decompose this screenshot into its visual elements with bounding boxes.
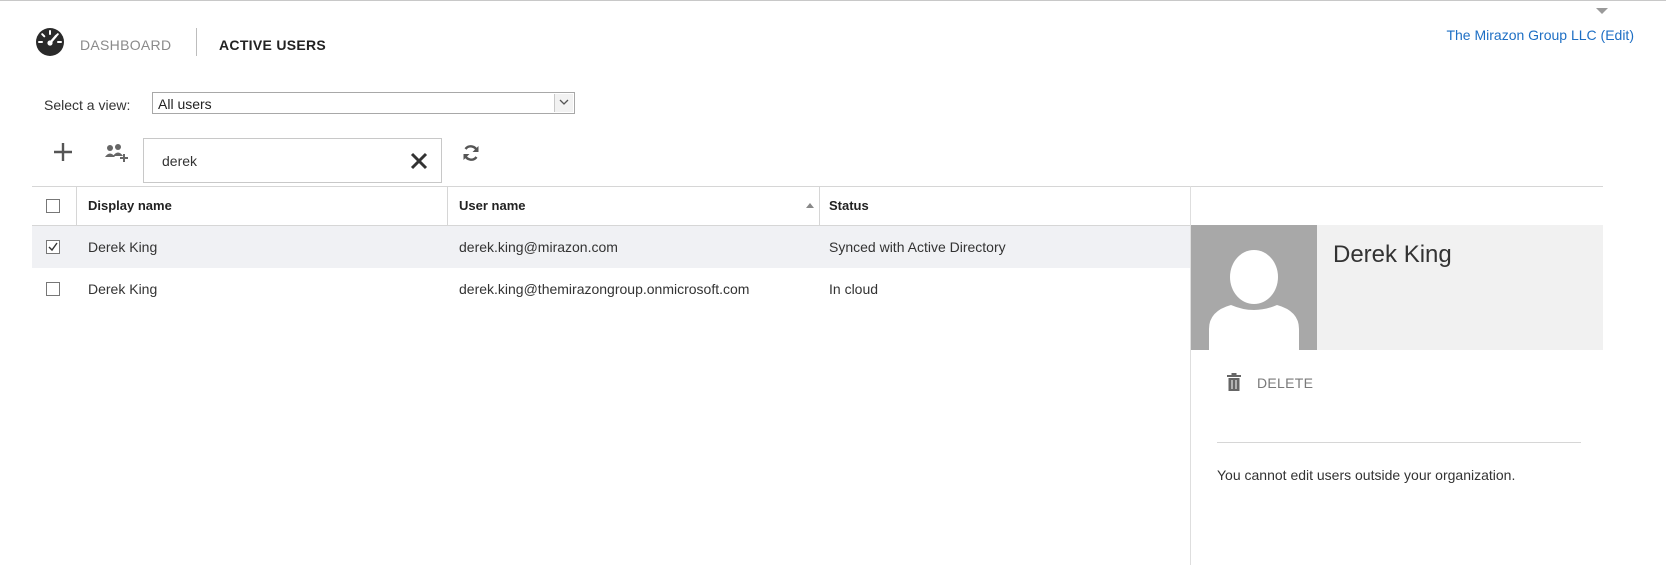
top-border: [0, 0, 1666, 1]
close-icon[interactable]: [409, 151, 429, 171]
table-row[interactable]: Derek King derek.king@themirazongroup.on…: [32, 268, 1190, 310]
cell-display-name: Derek King: [88, 239, 158, 255]
column-header-status[interactable]: Status: [829, 187, 869, 225]
plus-icon: [54, 143, 72, 161]
cell-display-name: Derek King: [88, 281, 158, 297]
column-header-display-name[interactable]: Display name: [88, 187, 172, 225]
delete-label: DELETE: [1257, 375, 1314, 391]
checkmark-icon: [48, 242, 58, 252]
nav-active-users[interactable]: ACTIVE USERS: [219, 37, 326, 53]
cell-status: In cloud: [829, 281, 879, 297]
refresh-icon: [463, 145, 479, 161]
column-header-user-name[interactable]: User name: [459, 187, 525, 225]
search-input[interactable]: [162, 151, 382, 171]
add-user-button[interactable]: [52, 141, 74, 163]
view-label: Select a view:: [44, 97, 131, 113]
person-silhouette-icon: [1209, 250, 1299, 350]
cell-user-name: derek.king@themirazongroup.onmicrosoft.c…: [459, 281, 750, 297]
user-detail-panel: Derek King DELETE You cannot edit users …: [1190, 186, 1603, 565]
nav-divider: [196, 28, 197, 56]
row-checkbox[interactable]: [46, 282, 60, 296]
cell-user-name: derek.king@mirazon.com: [459, 239, 618, 255]
column-divider: [819, 187, 820, 225]
column-divider: [76, 187, 77, 225]
table-header: Display name User name Status: [32, 186, 1190, 226]
users-table: Display name User name Status Derek King…: [32, 186, 1190, 310]
view-select-value: All users: [158, 96, 212, 112]
row-checkbox[interactable]: [46, 240, 60, 254]
bulk-add-users-button[interactable]: [104, 143, 130, 163]
org-edit-link[interactable]: The Mirazon Group LLC (Edit): [1446, 27, 1634, 43]
users-add-icon: [105, 144, 128, 162]
table-row[interactable]: Derek King derek.king@mirazon.com Synced…: [32, 226, 1190, 268]
trash-icon: [1227, 373, 1241, 391]
panel-divider: [1217, 442, 1581, 443]
panel-note: You cannot edit users outside your organ…: [1217, 467, 1516, 483]
view-select[interactable]: All users: [152, 92, 575, 114]
nav-dashboard[interactable]: DASHBOARD: [80, 37, 171, 53]
refresh-button[interactable]: [461, 143, 481, 163]
avatar: [1191, 225, 1317, 350]
sort-ascending-icon[interactable]: [806, 203, 814, 208]
panel-divider: [1191, 186, 1603, 187]
column-divider: [447, 187, 448, 225]
panel-user-name: Derek King: [1333, 241, 1452, 268]
chevron-down-icon[interactable]: [554, 94, 573, 112]
cell-status: Synced with Active Directory: [829, 239, 1006, 255]
panel-header: Derek King: [1191, 225, 1603, 350]
select-all-checkbox[interactable]: [46, 199, 60, 213]
scroll-arrow-icon[interactable]: [1596, 8, 1608, 14]
search-box[interactable]: [143, 138, 442, 183]
speedometer-icon[interactable]: [35, 27, 65, 57]
